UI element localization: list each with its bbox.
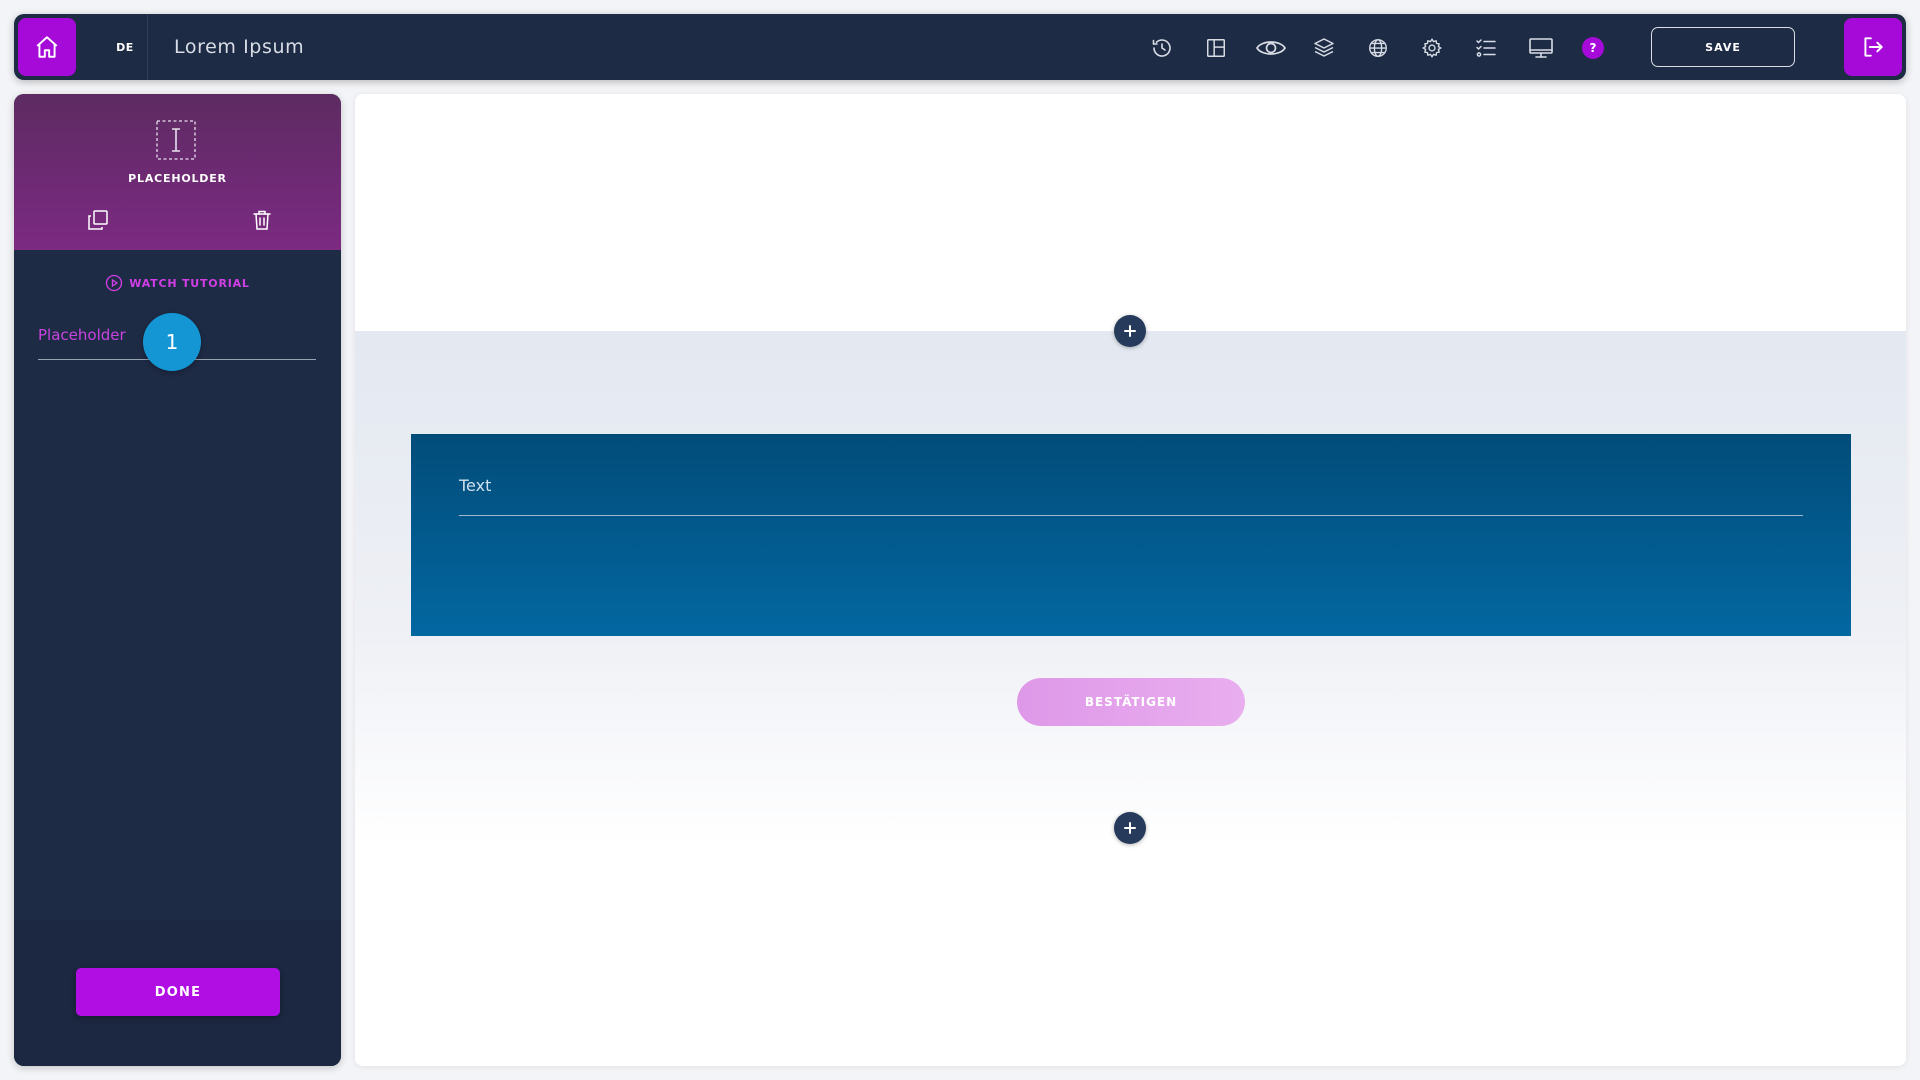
placeholder-field-label: Placeholder — [38, 326, 126, 344]
page-title: Lorem Ipsum — [174, 36, 305, 58]
text-input[interactable]: Text — [459, 472, 1803, 516]
page-canvas: Text BESTÄTIGEN — [355, 94, 1906, 1066]
globe-button[interactable] — [1364, 34, 1392, 62]
preview-button[interactable] — [1254, 34, 1288, 62]
layers-button[interactable] — [1310, 34, 1338, 62]
done-button[interactable]: DONE — [76, 968, 280, 1016]
text-input-value: Text — [459, 476, 492, 495]
checklist-icon — [1476, 39, 1496, 57]
gear-icon — [1422, 38, 1442, 58]
language-switch[interactable]: DE — [104, 14, 146, 80]
plus-icon — [1124, 822, 1136, 834]
text-cursor-icon — [156, 120, 196, 160]
element-header: PLACEHOLDER — [14, 94, 341, 250]
help-button[interactable]: ? — [1582, 37, 1604, 59]
layout-button[interactable] — [1202, 34, 1230, 62]
confirm-button[interactable]: BESTÄTIGEN — [1017, 678, 1245, 726]
home-icon — [36, 36, 58, 58]
plus-icon — [1124, 325, 1136, 337]
exit-button[interactable] — [1844, 18, 1902, 76]
copy-icon[interactable] — [86, 208, 110, 232]
trash-icon[interactable] — [250, 208, 274, 232]
element-title: PLACEHOLDER — [128, 172, 227, 185]
home-button[interactable] — [18, 18, 76, 76]
logout-icon — [1864, 37, 1883, 57]
step-badge: 1 — [143, 313, 201, 371]
add-section-button-bottom[interactable] — [1114, 812, 1146, 844]
eye-icon — [1255, 41, 1287, 55]
play-icon — [106, 274, 123, 292]
text-block[interactable]: Text — [411, 434, 1851, 636]
globe-icon — [1369, 39, 1387, 57]
tutorial-label: WATCH TUTORIAL — [129, 276, 250, 290]
history-button[interactable] — [1148, 34, 1176, 62]
element-settings-panel: PLACEHOLDER WATCH TUTORIAL Placeholder 1… — [14, 94, 341, 1066]
divider — [147, 14, 148, 80]
monitor-icon — [1529, 38, 1553, 58]
checklist-button[interactable] — [1472, 34, 1500, 62]
add-section-button-top[interactable] — [1114, 315, 1146, 347]
watch-tutorial-link[interactable]: WATCH TUTORIAL — [14, 274, 341, 292]
settings-button[interactable] — [1418, 34, 1446, 62]
top-bar: DE Lorem Ipsum ? SAVE — [14, 14, 1906, 80]
history-icon — [1152, 39, 1171, 57]
layout-icon — [1207, 39, 1225, 57]
device-preview-button[interactable] — [1526, 34, 1556, 62]
save-button[interactable]: SAVE — [1651, 27, 1795, 67]
layers-icon — [1314, 38, 1334, 57]
